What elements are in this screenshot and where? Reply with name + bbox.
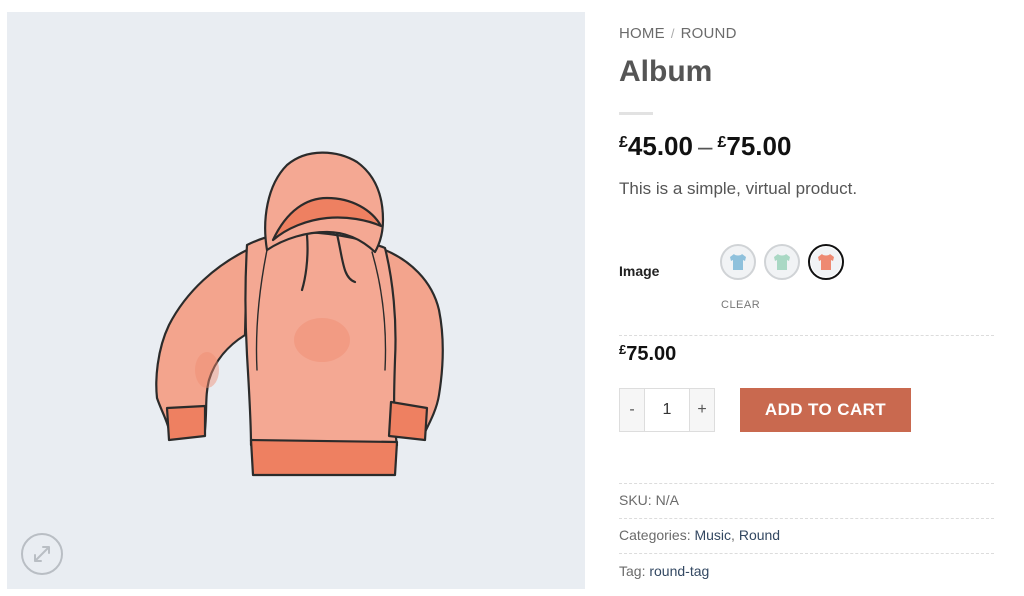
divider — [619, 518, 994, 519]
categories-label: Categories: — [619, 527, 691, 543]
price-dash: – — [697, 131, 713, 161]
tag-line: Tag: round-tag — [619, 563, 709, 579]
product-title: Album — [619, 55, 713, 88]
quantity-stepper: - + — [619, 388, 715, 432]
swatch-blue[interactable] — [720, 244, 756, 280]
swatch-green[interactable] — [764, 244, 800, 280]
tshirt-icon — [730, 254, 746, 270]
breadcrumb: HOME / ROUND — [619, 25, 737, 42]
quantity-minus-button[interactable]: - — [619, 388, 645, 432]
variation-price-amount: 75.00 — [626, 343, 677, 365]
product-summary: HOME / ROUND Album £45.00– £75.00 This is a… — [619, 0, 994, 596]
variation-label: Image — [619, 263, 660, 279]
breadcrumb-home[interactable]: HOME — [619, 25, 665, 42]
expand-icon — [34, 546, 50, 562]
breadcrumb-round[interactable]: ROUND — [681, 25, 737, 42]
tshirt-icon — [818, 254, 834, 270]
breadcrumb-separator: / — [670, 26, 675, 41]
variation-price: £75.00 — [619, 342, 676, 366]
price-range: £45.00– £75.00 — [619, 131, 791, 162]
product-image[interactable] — [147, 140, 447, 485]
sku-line: SKU: N/A — [619, 492, 679, 508]
quantity-input[interactable] — [645, 388, 689, 432]
sku-value: N/A — [655, 492, 679, 508]
tag-label: Tag: — [619, 563, 646, 579]
tag-link-round-tag[interactable]: round-tag — [649, 563, 709, 579]
category-link-round[interactable]: Round — [739, 527, 780, 543]
divider — [619, 483, 994, 484]
zoom-button[interactable] — [21, 533, 63, 575]
image-swatches — [720, 244, 844, 280]
add-to-cart-button[interactable]: ADD TO CART — [740, 388, 911, 432]
currency-symbol: £ — [619, 134, 628, 151]
short-description: This is a simple, virtual product. — [619, 179, 858, 198]
sku-label: SKU: — [619, 492, 652, 508]
title-divider — [619, 112, 653, 115]
price-max: 75.00 — [726, 131, 792, 161]
divider — [619, 553, 994, 554]
tshirt-icon — [774, 254, 790, 270]
product-gallery — [7, 12, 585, 589]
categories-line: Categories: Music, Round — [619, 527, 781, 543]
category-link-music[interactable]: Music — [694, 527, 731, 543]
price-min: 45.00 — [627, 131, 693, 161]
divider — [619, 335, 994, 336]
quantity-plus-button[interactable]: + — [689, 388, 715, 432]
clear-variations-link[interactable]: CLEAR — [721, 299, 760, 311]
swatch-coral[interactable] — [808, 244, 844, 280]
